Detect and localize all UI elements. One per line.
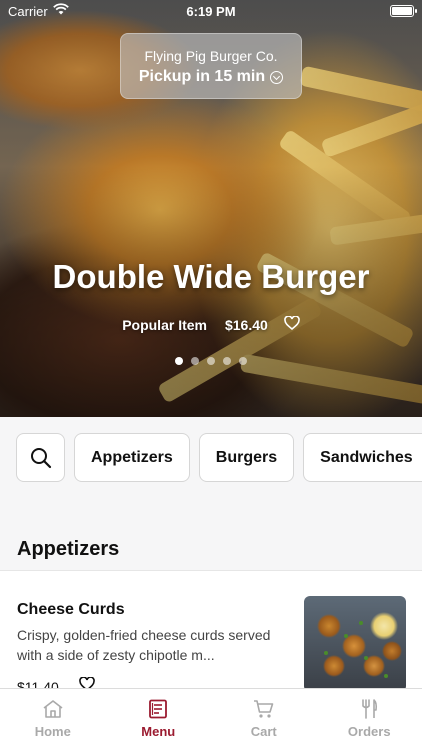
- hero-banner[interactable]: Carrier 6:19 PM Flying Pig Burger Co. Pi…: [0, 0, 422, 417]
- pickup-selector[interactable]: Flying Pig Burger Co. Pickup in 15 min: [120, 33, 302, 99]
- restaurant-name: Flying Pig Burger Co.: [144, 48, 278, 64]
- carousel-dot[interactable]: [191, 357, 199, 365]
- item-description: Crispy, golden-fried cheese curds served…: [17, 627, 271, 663]
- carousel-dot[interactable]: [239, 357, 247, 365]
- hero-price: $16.40: [224, 316, 268, 333]
- category-bar: Appetizers Burgers Sandwiches: [16, 433, 422, 482]
- tab-label: Cart: [250, 724, 277, 739]
- tab-orders[interactable]: Orders: [317, 689, 422, 750]
- search-icon: [30, 447, 51, 468]
- item-photo: [304, 596, 406, 692]
- menu-icon: [149, 699, 168, 719]
- carousel-dot[interactable]: [223, 357, 231, 365]
- tab-menu[interactable]: Menu: [106, 689, 212, 750]
- search-button[interactable]: [16, 433, 65, 482]
- category-burgers[interactable]: Burgers: [198, 433, 295, 482]
- carousel-dot[interactable]: [175, 357, 183, 365]
- fork-knife-icon: [362, 699, 378, 719]
- item-name: Cheese Curds: [17, 601, 125, 618]
- tab-cart[interactable]: Cart: [211, 689, 317, 750]
- pickup-time: Pickup in 15 min: [138, 68, 266, 85]
- tab-home[interactable]: Home: [0, 689, 106, 750]
- category-sandwiches[interactable]: Sandwiches: [303, 433, 422, 482]
- hero-meta: Popular Item $16.40: [0, 315, 422, 333]
- tab-label: Orders: [347, 724, 391, 739]
- chevron-down-circle-icon: [270, 70, 284, 84]
- menu-item[interactable]: Cheese Curds Crispy, golden-fried cheese…: [0, 570, 422, 700]
- tab-bar: Home Menu Cart Orders: [0, 688, 422, 750]
- status-time: 6:19 PM: [186, 4, 236, 19]
- home-icon: [43, 700, 63, 718]
- app-screen: Carrier 6:19 PM Flying Pig Burger Co. Pi…: [0, 0, 422, 750]
- popular-tag: Popular Item: [122, 316, 207, 333]
- favorite-heart-icon[interactable]: [284, 315, 300, 333]
- carousel-dots[interactable]: [0, 357, 422, 365]
- status-bar: Carrier 6:19 PM: [0, 0, 422, 22]
- carousel-dot[interactable]: [207, 357, 215, 365]
- category-appetizers[interactable]: Appetizers: [74, 433, 190, 482]
- hero-title: Double Wide Burger: [52, 258, 370, 295]
- tab-label: Menu: [141, 724, 176, 739]
- section-title: Appetizers: [17, 538, 120, 560]
- cart-icon: [253, 700, 274, 718]
- tab-label: Home: [34, 724, 71, 739]
- battery-icon: [390, 5, 417, 17]
